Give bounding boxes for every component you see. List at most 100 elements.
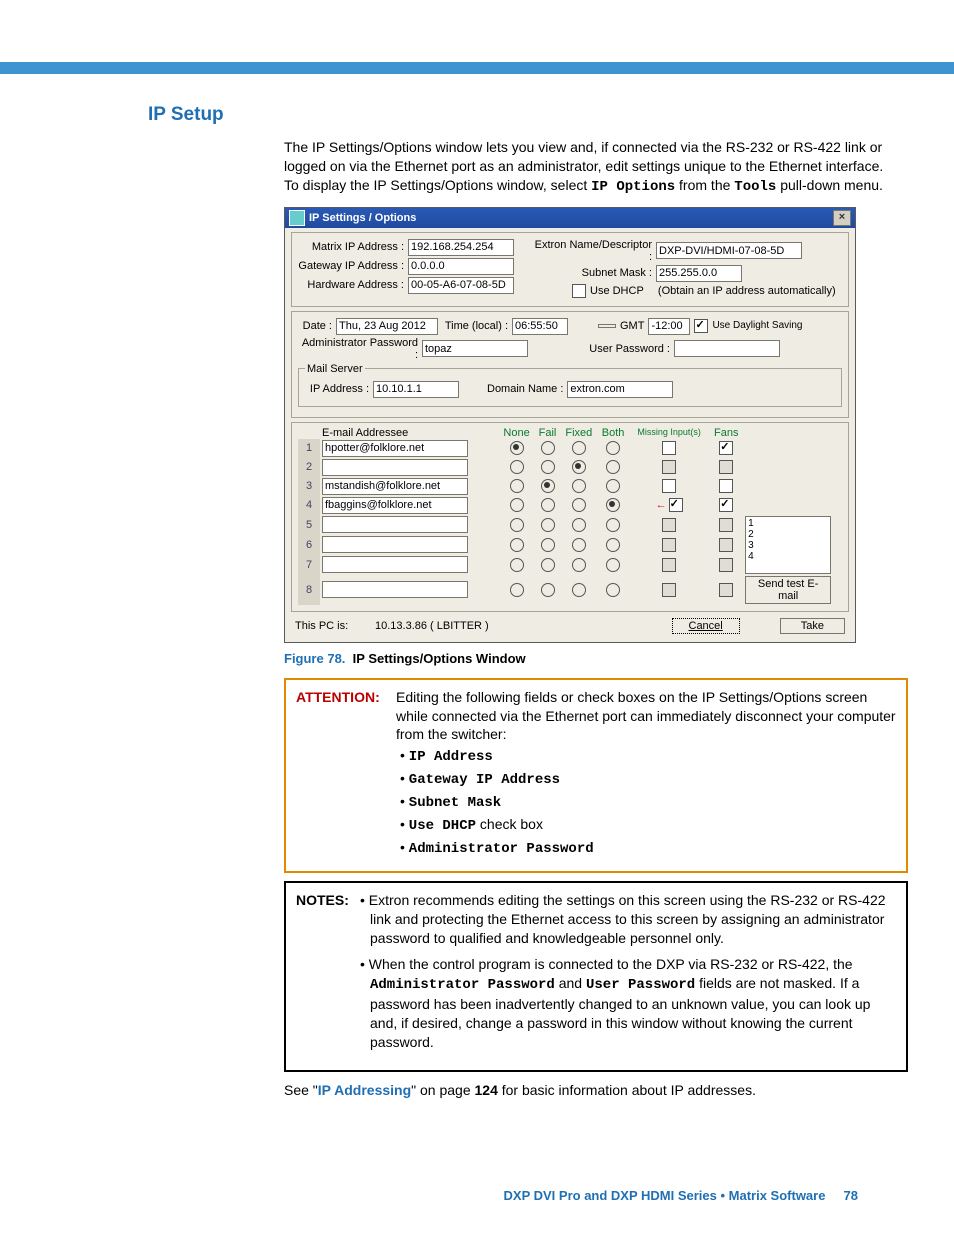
missing-checkbox[interactable] bbox=[662, 460, 676, 474]
send-test-listbox[interactable]: 1 2 3 4 bbox=[745, 516, 831, 574]
email-addr-input[interactable] bbox=[322, 581, 468, 598]
radio-fail[interactable] bbox=[541, 479, 555, 493]
sync-time-button[interactable] bbox=[598, 324, 616, 328]
radio-both[interactable] bbox=[606, 558, 620, 572]
date-input[interactable] bbox=[336, 318, 438, 335]
cancel-button[interactable]: Cancel bbox=[672, 618, 740, 634]
fans-checkbox[interactable] bbox=[719, 498, 733, 512]
mail-server-group: Mail Server IP Address : Domain Name : bbox=[298, 363, 842, 407]
fans-checkbox[interactable] bbox=[719, 538, 733, 552]
page-footer: DXP DVI Pro and DXP HDMI Series • Matrix… bbox=[0, 1188, 954, 1203]
radio-fail[interactable] bbox=[541, 460, 555, 474]
user-pw-label: User Password : bbox=[586, 343, 670, 355]
radio-fail[interactable] bbox=[541, 498, 555, 512]
daylight-checkbox[interactable] bbox=[694, 319, 708, 333]
section-heading: IP Setup bbox=[148, 104, 858, 126]
email-addr-input[interactable] bbox=[322, 536, 468, 553]
radio-fixed[interactable] bbox=[572, 460, 586, 474]
missing-checkbox[interactable] bbox=[662, 583, 676, 597]
radio-fixed[interactable] bbox=[572, 498, 586, 512]
radio-fail[interactable] bbox=[541, 441, 555, 455]
radio-both[interactable] bbox=[606, 441, 620, 455]
email-header-addr: E-mail Addressee bbox=[320, 427, 499, 439]
time-password-group: Date : Time (local) : GMT Use Daylight S… bbox=[291, 311, 849, 418]
radio-fixed[interactable] bbox=[572, 583, 586, 597]
send-test-button[interactable]: Send test E-mail bbox=[745, 576, 831, 604]
radio-both[interactable] bbox=[606, 583, 620, 597]
fans-checkbox[interactable] bbox=[719, 479, 733, 493]
missing-checkbox[interactable] bbox=[662, 441, 676, 455]
radio-none[interactable] bbox=[510, 460, 524, 474]
email-addr-input[interactable] bbox=[322, 459, 468, 476]
take-button[interactable]: Take bbox=[780, 618, 845, 634]
radio-fixed[interactable] bbox=[572, 441, 586, 455]
radio-none[interactable] bbox=[510, 441, 524, 455]
radio-fail[interactable] bbox=[541, 583, 555, 597]
radio-fail[interactable] bbox=[541, 518, 555, 532]
email-addr-input[interactable] bbox=[322, 497, 468, 514]
missing-checkbox[interactable] bbox=[662, 538, 676, 552]
gmt-input[interactable] bbox=[648, 318, 690, 335]
radio-fixed[interactable] bbox=[572, 538, 586, 552]
radio-fixed[interactable] bbox=[572, 479, 586, 493]
radio-both[interactable] bbox=[606, 479, 620, 493]
use-dhcp-checkbox[interactable] bbox=[572, 284, 586, 298]
fans-checkbox[interactable] bbox=[719, 518, 733, 532]
missing-checkbox[interactable] bbox=[662, 479, 676, 493]
radio-both[interactable] bbox=[606, 498, 620, 512]
ip-addressing-link[interactable]: IP Addressing bbox=[318, 1082, 411, 1098]
email-addr-input[interactable] bbox=[322, 440, 468, 457]
email-table: E-mail Addressee None Fail Fixed Both Mi… bbox=[298, 427, 842, 605]
mail-server-legend: Mail Server bbox=[305, 363, 365, 375]
radio-both[interactable] bbox=[606, 538, 620, 552]
radio-none[interactable] bbox=[510, 538, 524, 552]
radio-none[interactable] bbox=[510, 479, 524, 493]
code-subnet-mask: Subnet Mask bbox=[409, 795, 501, 811]
email-addr-input[interactable] bbox=[322, 556, 468, 573]
radio-both[interactable] bbox=[606, 460, 620, 474]
user-pw-input[interactable] bbox=[674, 340, 780, 357]
code-ip-address: IP Address bbox=[409, 749, 493, 765]
matrix-ip-input[interactable] bbox=[408, 239, 514, 256]
missing-checkbox[interactable] bbox=[669, 498, 683, 512]
time-input[interactable] bbox=[512, 318, 568, 335]
extron-name-input[interactable] bbox=[656, 242, 802, 259]
radio-fixed[interactable] bbox=[572, 558, 586, 572]
note-item: • When the control program is connected … bbox=[360, 955, 896, 1051]
attention-item: • Gateway IP Address bbox=[296, 769, 896, 790]
attention-box: ATTENTION: Editing the following fields … bbox=[284, 678, 908, 873]
fans-checkbox[interactable] bbox=[719, 441, 733, 455]
mail-ip-label: IP Address : bbox=[305, 383, 369, 395]
radio-none[interactable] bbox=[510, 498, 524, 512]
missing-checkbox[interactable] bbox=[662, 558, 676, 572]
attention-item: • Use DHCP check box bbox=[296, 815, 896, 836]
window-titlebar: IP Settings / Options × bbox=[285, 208, 855, 228]
radio-none[interactable] bbox=[510, 518, 524, 532]
subnet-input[interactable] bbox=[656, 265, 742, 282]
code-tools: Tools bbox=[734, 179, 776, 195]
code-gateway-ip: Gateway IP Address bbox=[409, 772, 560, 788]
fans-checkbox[interactable] bbox=[719, 558, 733, 572]
close-icon[interactable]: × bbox=[833, 210, 851, 226]
radio-fixed[interactable] bbox=[572, 518, 586, 532]
hardware-addr-input[interactable] bbox=[408, 277, 514, 294]
gateway-ip-input[interactable] bbox=[408, 258, 514, 275]
radio-fail[interactable] bbox=[541, 558, 555, 572]
radio-none[interactable] bbox=[510, 583, 524, 597]
code-admin-password: Administrator Password bbox=[409, 841, 594, 857]
radio-both[interactable] bbox=[606, 518, 620, 532]
radio-none[interactable] bbox=[510, 558, 524, 572]
email-addr-input[interactable] bbox=[322, 478, 468, 495]
admin-pw-input[interactable] bbox=[422, 340, 528, 357]
missing-checkbox[interactable] bbox=[662, 518, 676, 532]
fans-checkbox[interactable] bbox=[719, 583, 733, 597]
domain-input[interactable] bbox=[567, 381, 673, 398]
mail-ip-input[interactable] bbox=[373, 381, 459, 398]
app-icon bbox=[289, 210, 305, 226]
radio-fail[interactable] bbox=[541, 538, 555, 552]
email-addr-input[interactable] bbox=[322, 516, 468, 533]
date-label: Date : bbox=[298, 320, 332, 332]
attention-label: ATTENTION: bbox=[296, 688, 396, 745]
fans-checkbox[interactable] bbox=[719, 460, 733, 474]
table-row: 8Send test E-mail bbox=[298, 575, 842, 605]
